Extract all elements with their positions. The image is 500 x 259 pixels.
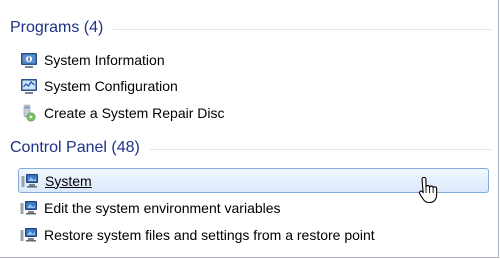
result-label: System Information bbox=[44, 52, 165, 68]
result-label: Edit the system environment variables bbox=[44, 200, 281, 216]
control-panel-group-header[interactable]: Control Panel (48) bbox=[10, 136, 492, 160]
result-restore-system-files[interactable]: Restore system files and settings from a… bbox=[20, 223, 490, 247]
group-divider bbox=[149, 148, 492, 150]
group-divider bbox=[113, 28, 492, 30]
control-panel-system-icon bbox=[21, 172, 39, 190]
programs-group-title[interactable]: Programs (4) bbox=[10, 19, 103, 37]
result-label: System bbox=[45, 172, 92, 189]
control-panel-group-title[interactable]: Control Panel (48) bbox=[10, 139, 140, 157]
result-label: Restore system files and settings from a… bbox=[44, 227, 375, 243]
programs-group-header[interactable]: Programs (4) bbox=[10, 16, 492, 40]
result-label: System Configuration bbox=[44, 78, 178, 94]
system-configuration-icon bbox=[20, 77, 38, 95]
hand-cursor-icon bbox=[418, 176, 440, 204]
result-system-configuration[interactable]: System Configuration bbox=[20, 74, 490, 98]
control-panel-system-icon bbox=[20, 226, 38, 244]
result-create-repair-disc[interactable]: Create a System Repair Disc bbox=[20, 101, 490, 125]
result-system-information[interactable]: System Information bbox=[20, 48, 490, 72]
repair-disc-icon bbox=[20, 104, 38, 122]
system-information-icon bbox=[20, 51, 38, 69]
control-panel-system-icon bbox=[20, 199, 38, 217]
result-label: Create a System Repair Disc bbox=[44, 105, 225, 121]
search-results-panel: Programs (4) System Information System C… bbox=[0, 0, 499, 258]
